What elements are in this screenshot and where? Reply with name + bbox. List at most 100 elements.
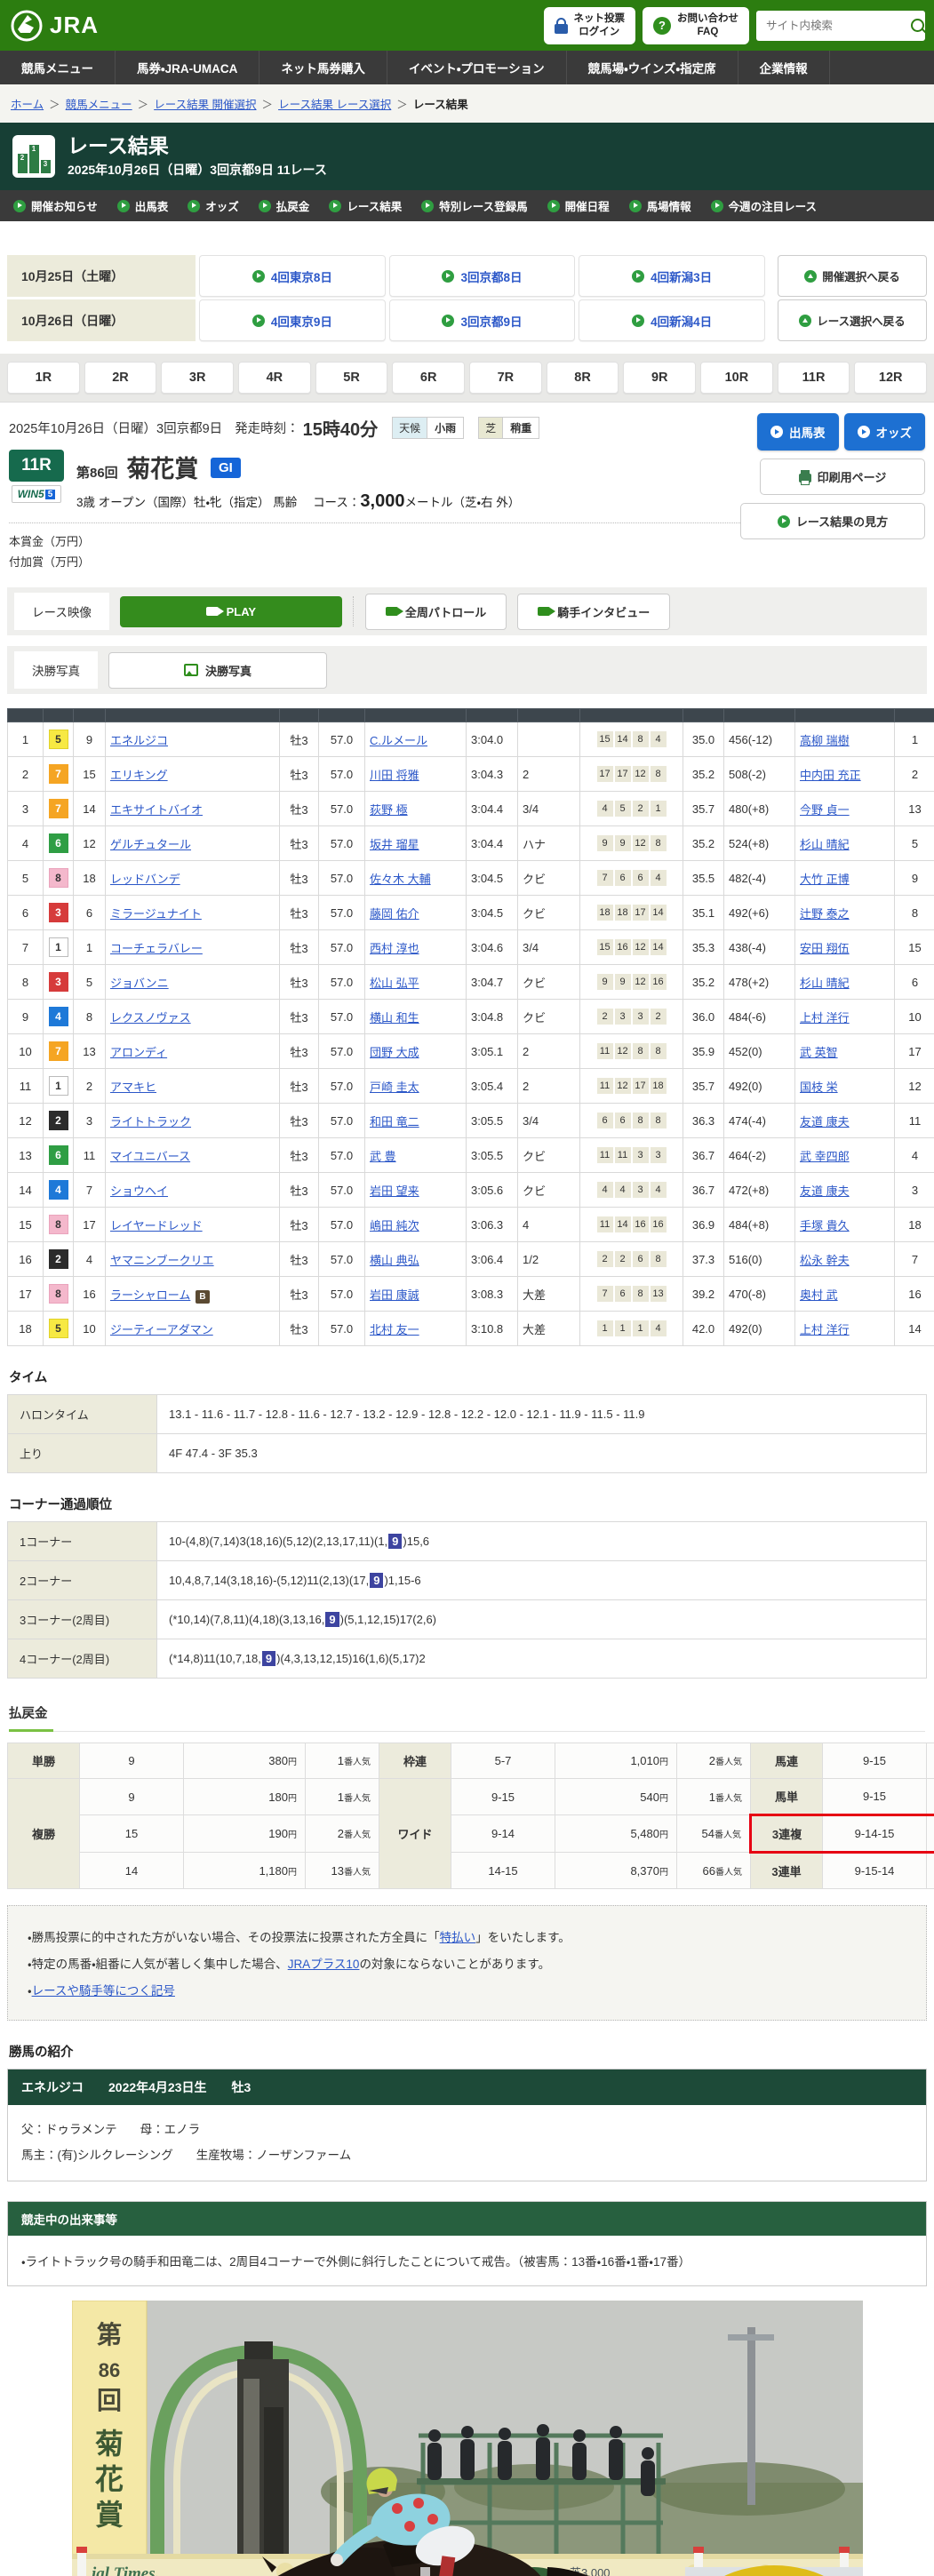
horse-name-link[interactable]: ライトトラック — [110, 1115, 191, 1128]
race-tab[interactable]: 3R — [161, 362, 234, 394]
trainer-link[interactable]: 辻野 泰之 — [800, 907, 850, 921]
trainer-link[interactable]: 安田 翔伍 — [800, 942, 850, 955]
jockey-link[interactable]: 藤岡 佑介 — [370, 907, 419, 921]
main-nav-item[interactable]: イベント・プロモーション — [387, 51, 567, 84]
race-tab[interactable]: 9R — [623, 362, 696, 394]
jra-logo[interactable]: JRA — [9, 8, 99, 44]
trainer-link[interactable]: 高柳 瑞樹 — [800, 734, 850, 747]
horse-name-link[interactable]: マイユニバース — [110, 1150, 190, 1163]
trainer-link[interactable]: 中内田 充正 — [800, 769, 861, 782]
faq-button[interactable]: お問い合わせ FAQ — [643, 7, 749, 44]
horse-name-link[interactable]: ラーシャローム — [110, 1288, 190, 1302]
back-to-meeting-select-button[interactable]: 開催選択へ戻る — [778, 255, 927, 297]
horse-name-link[interactable]: エキサイトバイオ — [110, 803, 203, 817]
sub-nav-item[interactable]: 馬場情報 — [619, 190, 701, 221]
jockey-link[interactable]: 佐々木 大輔 — [370, 873, 431, 886]
breadcrumb-link[interactable]: レース結果 — [413, 95, 468, 112]
trainer-link[interactable]: 手塚 貴久 — [800, 1219, 850, 1232]
horse-name-link[interactable]: レッドバンデ — [110, 873, 180, 886]
horse-name-link[interactable]: ショウヘイ — [110, 1184, 168, 1198]
race-tab[interactable]: 12R — [854, 362, 927, 394]
trainer-link[interactable]: 武 英智 — [800, 1046, 838, 1059]
sub-nav-item[interactable]: 開催お知らせ — [4, 190, 108, 221]
note-link[interactable]: レースや騎手等につく記号 — [32, 1984, 175, 1998]
race-tab[interactable]: 6R — [392, 362, 465, 394]
jockey-link[interactable]: 岩田 望来 — [370, 1184, 419, 1198]
trainer-link[interactable]: 松永 幹夫 — [800, 1254, 850, 1267]
sub-nav-item[interactable]: 特別レース登録馬 — [411, 190, 537, 221]
jockey-link[interactable]: 松山 弘平 — [370, 977, 419, 990]
breadcrumb-link[interactable]: レース結果 レース選択 — [278, 95, 391, 112]
trainer-link[interactable]: 大竹 正博 — [800, 873, 850, 886]
trainer-link[interactable]: 国枝 栄 — [800, 1081, 838, 1094]
meeting-button[interactable]: 3回京都8日 — [389, 255, 576, 297]
trainer-link[interactable]: 今野 貞一 — [800, 803, 850, 817]
meeting-button[interactable]: 4回新潟4日 — [579, 299, 765, 341]
finish-photo-button[interactable]: 決勝写真 — [108, 652, 327, 689]
jockey-link[interactable]: 荻野 極 — [370, 803, 408, 817]
horse-name-link[interactable]: ジーティーアダマン — [110, 1323, 213, 1336]
meeting-button[interactable]: 4回東京8日 — [199, 255, 386, 297]
race-tab[interactable]: 4R — [238, 362, 311, 394]
horse-name-link[interactable]: エリキング — [110, 769, 168, 782]
breadcrumb-link[interactable]: 競馬メニュー — [66, 95, 132, 112]
meeting-button[interactable]: 4回東京9日 — [199, 299, 386, 341]
race-tab[interactable]: 10R — [700, 362, 773, 394]
trainer-link[interactable]: 上村 洋行 — [800, 1011, 850, 1025]
sub-nav-item[interactable]: オッズ — [178, 190, 249, 221]
jockey-link[interactable]: 横山 典弘 — [370, 1254, 419, 1267]
horse-name-link[interactable]: ミラージュナイト — [110, 907, 202, 921]
main-nav-item[interactable]: 競馬メニュー — [0, 51, 116, 84]
race-tab[interactable]: 5R — [315, 362, 388, 394]
race-tab[interactable]: 2R — [84, 362, 157, 394]
jockey-link[interactable]: C.ルメール — [370, 734, 427, 747]
jockey-link[interactable]: 西村 淳也 — [370, 942, 419, 955]
note-link[interactable]: 特払い — [440, 1931, 476, 1944]
patrol-video-button[interactable]: 全周パトロール — [365, 594, 507, 630]
meeting-button[interactable]: 4回新潟3日 — [579, 255, 765, 297]
horse-name-link[interactable]: エネルジコ — [110, 734, 168, 747]
jockey-link[interactable]: 岩田 康誠 — [370, 1288, 419, 1302]
sub-nav-item[interactable]: レース結果 — [319, 190, 411, 221]
trainer-link[interactable]: 杉山 晴紀 — [800, 977, 850, 990]
print-page-button[interactable]: 印刷用ページ — [760, 459, 925, 495]
entry-table-button[interactable]: 出馬表 — [757, 413, 839, 451]
howto-read-results-button[interactable]: レース結果の見方 — [740, 503, 925, 539]
horse-name-link[interactable]: アロンディ — [110, 1046, 167, 1059]
jockey-link[interactable]: 和田 竜二 — [370, 1115, 419, 1128]
main-nav-item[interactable]: 競馬場・ウインズ・指定席 — [567, 51, 738, 84]
trainer-link[interactable]: 上村 洋行 — [800, 1323, 850, 1336]
horse-name-link[interactable]: アマキヒ — [110, 1081, 156, 1094]
sub-nav-item[interactable]: 出馬表 — [108, 190, 179, 221]
jockey-link[interactable]: 団野 大成 — [370, 1046, 419, 1059]
odds-button[interactable]: オッズ — [844, 413, 926, 451]
net-voting-login-button[interactable]: ネット投票 ログイン — [544, 7, 636, 44]
jockey-link[interactable]: 嶋田 純次 — [370, 1219, 419, 1232]
race-tab[interactable]: 8R — [547, 362, 619, 394]
race-tab[interactable]: 1R — [7, 362, 80, 394]
trainer-link[interactable]: 奥村 武 — [800, 1288, 838, 1302]
horse-name-link[interactable]: レイヤードレッド — [110, 1219, 203, 1232]
race-tab[interactable]: 11R — [778, 362, 850, 394]
horse-name-link[interactable]: ジョバンニ — [110, 977, 169, 990]
jockey-link[interactable]: 川田 将雅 — [370, 769, 419, 782]
jockey-link[interactable]: 戸崎 圭太 — [370, 1081, 419, 1094]
meeting-button[interactable]: 3回京都9日 — [389, 299, 576, 341]
horse-name-link[interactable]: レクスノヴァス — [110, 1011, 191, 1025]
jockey-interview-button[interactable]: 騎手インタビュー — [517, 594, 670, 630]
breadcrumb-link[interactable]: ホーム — [11, 95, 44, 112]
jockey-link[interactable]: 横山 和生 — [370, 1011, 419, 1025]
jockey-link[interactable]: 武 豊 — [370, 1150, 396, 1163]
trainer-link[interactable]: 武 幸四郎 — [800, 1150, 850, 1163]
trainer-link[interactable]: 杉山 晴紀 — [800, 838, 850, 851]
play-button[interactable]: PLAY — [120, 596, 342, 627]
search-icon[interactable] — [911, 19, 924, 32]
jockey-link[interactable]: 坂井 瑠星 — [370, 838, 419, 851]
horse-name-link[interactable]: ヤマニンブークリエ — [110, 1254, 214, 1267]
main-nav-item[interactable]: 企業情報 — [738, 51, 830, 84]
horse-name-link[interactable]: コーチェラバレー — [110, 942, 203, 955]
main-nav-item[interactable]: ネット馬券購入 — [259, 51, 387, 84]
trainer-link[interactable]: 友道 康夫 — [800, 1115, 850, 1128]
breadcrumb-link[interactable]: レース結果 開催選択 — [154, 95, 256, 112]
search-input[interactable] — [764, 19, 911, 33]
